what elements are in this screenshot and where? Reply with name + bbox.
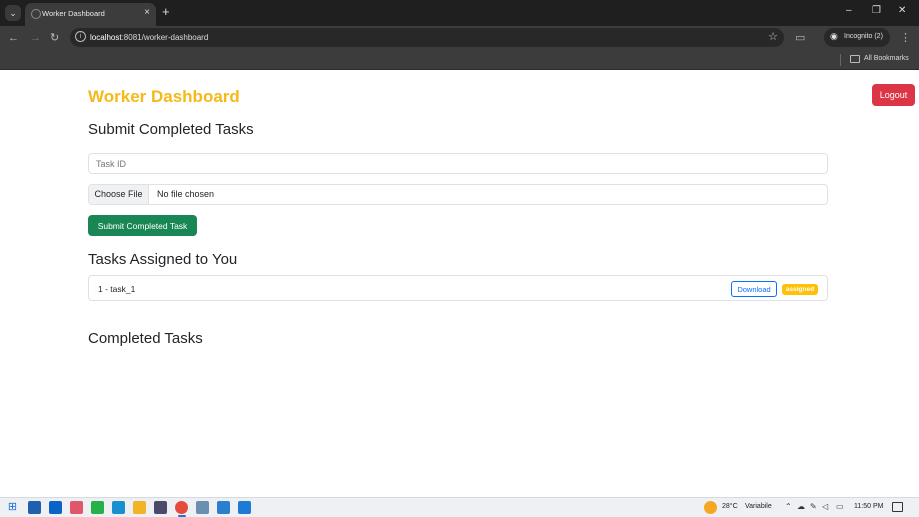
weather-icon[interactable] <box>704 501 717 514</box>
browser-tab-bar: ⌄ Worker Dashboard × + – ❐ ✕ <box>0 0 919 26</box>
chrome-icon[interactable] <box>175 501 188 514</box>
file-explorer-icon[interactable] <box>133 501 146 514</box>
notification-icon[interactable] <box>892 502 903 512</box>
browser-tab[interactable]: Worker Dashboard × <box>25 3 156 26</box>
completed-section-title: Completed Tasks <box>88 330 203 347</box>
battery-icon[interactable]: ▭ <box>836 502 844 511</box>
incognito-button[interactable]: ◉ Incognito (2) <box>824 28 890 47</box>
site-info-icon[interactable]: i <box>75 31 86 42</box>
new-tab-icon[interactable]: + <box>162 4 170 20</box>
download-button[interactable]: Download <box>731 281 777 297</box>
tab-favicon-icon <box>31 9 41 19</box>
bookmark-star-icon[interactable]: ☆ <box>768 30 778 43</box>
url-text: localhost:8081/worker-dashboard <box>90 33 209 42</box>
bookmarks-bar: All Bookmarks <box>0 50 919 70</box>
all-bookmarks-link[interactable]: All Bookmarks <box>864 55 909 62</box>
cloud-icon[interactable]: ☁ <box>797 502 805 511</box>
file-status: No file chosen <box>157 189 215 199</box>
url-field[interactable]: i localhost:8081/worker-dashboard ☆ <box>70 28 784 47</box>
taskbar: ⊞ 28°C Variabile ⌃ ☁ ✎ ◁ ▭ 11:50 PM <box>0 497 919 517</box>
assigned-section-title: Tasks Assigned to You <box>88 251 238 268</box>
pen-icon[interactable]: ✎ <box>810 502 817 511</box>
submit-section-title: Submit Completed Tasks <box>88 121 254 138</box>
edge-icon[interactable] <box>112 501 125 514</box>
page-content: Worker Dashboard Logout Submit Completed… <box>0 70 919 497</box>
folder-icon <box>850 55 860 63</box>
submit-completed-task-button[interactable]: Submit Completed Task <box>88 215 197 236</box>
close-window-icon[interactable]: ✕ <box>898 5 906 16</box>
outlook-icon[interactable] <box>49 501 62 514</box>
chevron-up-icon[interactable]: ⌃ <box>785 502 792 511</box>
choose-file-button[interactable]: Choose File <box>89 185 149 204</box>
back-icon[interactable]: ← <box>8 30 19 46</box>
minimize-icon[interactable]: – <box>846 5 852 16</box>
tab-title: Worker Dashboard <box>42 9 105 18</box>
logout-button[interactable]: Logout <box>872 84 915 106</box>
address-bar: ← → ↻ i localhost:8081/worker-dashboard … <box>0 26 919 50</box>
tab-close-icon[interactable]: × <box>144 7 150 18</box>
notepad-icon[interactable] <box>196 501 209 514</box>
app-title: Worker Dashboard <box>88 87 240 106</box>
clock[interactable]: 11:50 PM <box>854 503 883 510</box>
list-item: 1 - task_1 Download assigned <box>88 275 828 301</box>
tab-search-icon[interactable]: ⌄ <box>5 5 21 21</box>
forward-icon[interactable]: → <box>30 30 41 46</box>
side-panel-icon[interactable]: ▭ <box>795 30 805 46</box>
file-input[interactable]: Choose File No file chosen <box>88 184 828 205</box>
task-label: 1 - task_1 <box>98 284 136 294</box>
reload-icon[interactable]: ↻ <box>50 30 59 46</box>
weather-temp: 28°C <box>722 503 738 510</box>
incognito-icon: ◉ <box>830 31 838 41</box>
weather-desc: Variabile <box>745 503 772 510</box>
app-icon[interactable] <box>28 501 41 514</box>
restore-icon[interactable]: ❐ <box>872 5 881 16</box>
status-badge: assigned <box>782 284 818 295</box>
windows-start-icon[interactable]: ⊞ <box>6 501 19 514</box>
divider <box>840 54 841 66</box>
paint-icon[interactable] <box>217 501 230 514</box>
photos-icon[interactable] <box>70 501 83 514</box>
whatsapp-icon[interactable] <box>91 501 104 514</box>
vscode-icon[interactable] <box>238 501 251 514</box>
store-icon[interactable] <box>154 501 167 514</box>
task-id-input[interactable] <box>88 153 828 174</box>
more-menu-icon[interactable]: ⋮ <box>900 30 911 46</box>
volume-icon[interactable]: ◁ <box>822 502 828 511</box>
